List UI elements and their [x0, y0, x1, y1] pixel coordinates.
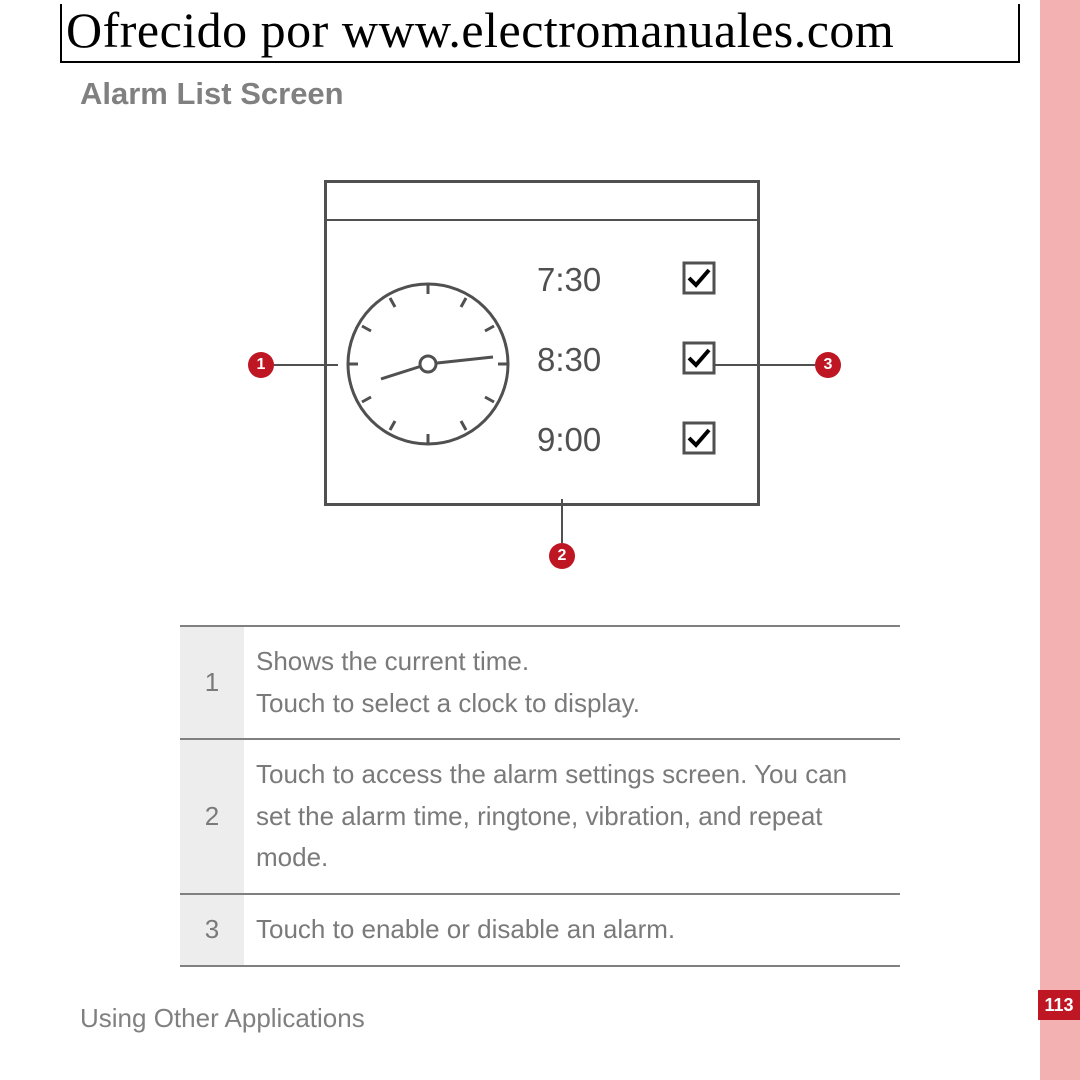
watermark-banner: Ofrecido por www.electromanuales.com [60, 4, 1020, 63]
legend-number: 3 [180, 894, 244, 966]
clock-icon [343, 279, 513, 449]
alarm-time-2: 8:30 [537, 341, 601, 379]
page-number-badge: 113 [1038, 990, 1080, 1020]
checkbox-icon [682, 421, 716, 455]
callout-badge-3: 3 [815, 352, 841, 378]
leader-line-2 [561, 499, 563, 543]
callout-badge-1: 1 [248, 352, 274, 378]
table-row: 1 Shows the current time. Touch to selec… [180, 626, 900, 739]
checkbox-icon [682, 341, 716, 375]
leader-line-1 [274, 364, 338, 366]
alarm-time-1: 7:30 [537, 261, 601, 299]
legend-text: Touch to enable or disable an alarm. [244, 894, 900, 966]
chapter-footer: Using Other Applications [80, 1003, 365, 1034]
leader-line-3 [715, 364, 815, 366]
table-row: 2 Touch to access the alarm settings scr… [180, 739, 900, 894]
legend-text: Shows the current time. Touch to select … [244, 626, 900, 739]
alarm-list-figure: 7:30 8:30 9:00 [324, 180, 760, 506]
section-heading: Alarm List Screen [80, 76, 344, 112]
manual-page: Ofrecido por www.electromanuales.com Ala… [0, 0, 1080, 1080]
checkbox-icon [682, 261, 716, 295]
legend-text: Touch to access the alarm settings scree… [244, 739, 900, 894]
thumb-index-bar [1040, 0, 1080, 1080]
alarm-time-3: 9:00 [537, 421, 601, 459]
table-row: 3 Touch to enable or disable an alarm. [180, 894, 900, 966]
legend-number: 1 [180, 626, 244, 739]
legend-table: 1 Shows the current time. Touch to selec… [180, 625, 900, 967]
callout-badge-2: 2 [549, 543, 575, 569]
figure-titlebar-divider [327, 219, 757, 221]
legend-number: 2 [180, 739, 244, 894]
